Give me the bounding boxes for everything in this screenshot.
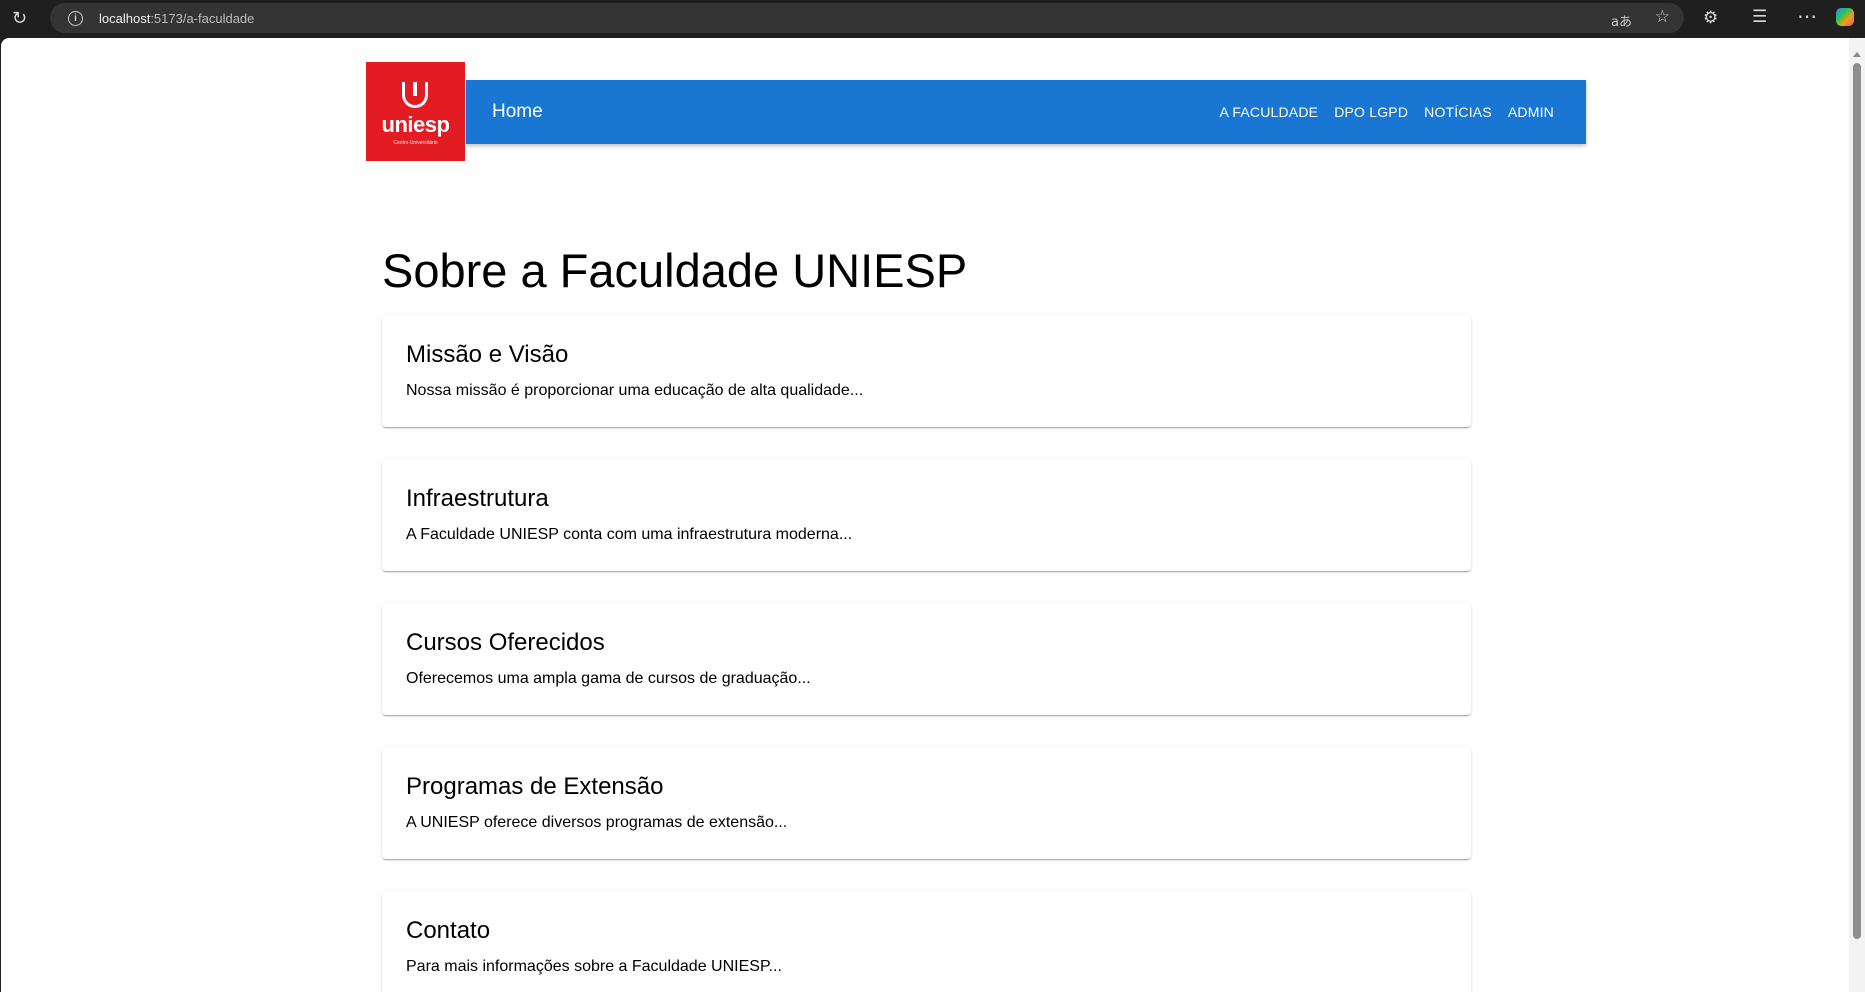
card-text: A UNIESP oferece diversos programas de e… [406,814,788,831]
favorites-icon[interactable]: ☰ [1752,7,1767,27]
card-title: Missão e Visão [406,341,569,368]
card-title: Infraestrutura [406,485,549,512]
info-card-missao: Missão e Visão Nossa missão é proporcion… [382,315,1471,427]
favorite-star-icon[interactable]: ☆ [1655,7,1670,27]
scroll-up-arrow-icon[interactable] [1853,52,1861,57]
vertical-scrollbar[interactable] [1849,38,1865,992]
uniesp-logo[interactable]: uniesp Centro Universitário [366,62,465,161]
logo-subtitle: Centro Universitário [393,140,438,146]
reload-icon[interactable]: ↻ [12,8,27,29]
info-card-cursos: Cursos Oferecidos Oferecemos uma ampla g… [382,603,1471,715]
cards-list: Missão e Visão Nossa missão é proporcion… [382,315,1471,992]
logo-wordmark: uniesp [381,112,450,137]
nav-home-link[interactable]: Home [492,101,543,123]
info-card-contato: Contato Para mais informações sobre a Fa… [382,891,1471,992]
url-host: localhost [99,11,151,26]
card-title: Contato [406,917,491,944]
card-text: Nossa missão é proporcionar uma educação… [406,382,864,399]
site-info-icon[interactable]: i [68,11,83,26]
card-text: Oferecemos uma ampla gama de cursos de g… [406,670,811,687]
nav-link-admin[interactable]: ADMIN [1508,104,1554,120]
app-header: Home A FACULDADE DPO LGPD NOTÍCIAS ADMIN [466,80,1586,144]
scrollbar-thumb[interactable] [1853,63,1861,939]
copilot-icon[interactable] [1836,8,1854,26]
url-path: :5173/a-faculdade [150,11,255,26]
nav-link-noticias[interactable]: NOTÍCIAS [1424,104,1492,120]
extensions-icon[interactable]: ⚙ [1703,8,1718,28]
page-title: Sobre a Faculdade UNIESP [382,244,968,297]
nav-links: A FACULDADE DPO LGPD NOTÍCIAS ADMIN [1220,104,1554,120]
more-options-icon[interactable]: ⋯ [1797,4,1817,28]
card-text: A Faculdade UNIESP conta com uma infraes… [406,526,853,543]
nav-link-a-faculdade[interactable]: A FACULDADE [1220,104,1319,120]
info-card-extensao: Programas de Extensão A UNIESP oferece d… [382,747,1471,859]
read-aloud-icon[interactable]: aあ [1611,11,1632,30]
logo-u-bar [413,82,417,96]
page-viewport: Home A FACULDADE DPO LGPD NOTÍCIAS ADMIN… [1,38,1849,992]
card-text: Para mais informações sobre a Faculdade … [406,958,782,975]
address-bar[interactable]: i localhost:5173/a-faculdade aあ ☆ [50,3,1684,33]
card-title: Cursos Oferecidos [406,629,605,656]
card-title: Programas de Extensão [406,773,664,800]
browser-toolbar: ↻ i localhost:5173/a-faculdade aあ ☆ ⚙ ☰ … [0,0,1865,38]
nav-link-dpo-lgpd[interactable]: DPO LGPD [1334,104,1408,120]
url-text[interactable]: localhost:5173/a-faculdade [99,11,254,26]
info-card-infraestrutura: Infraestrutura A Faculdade UNIESP conta … [382,459,1471,571]
